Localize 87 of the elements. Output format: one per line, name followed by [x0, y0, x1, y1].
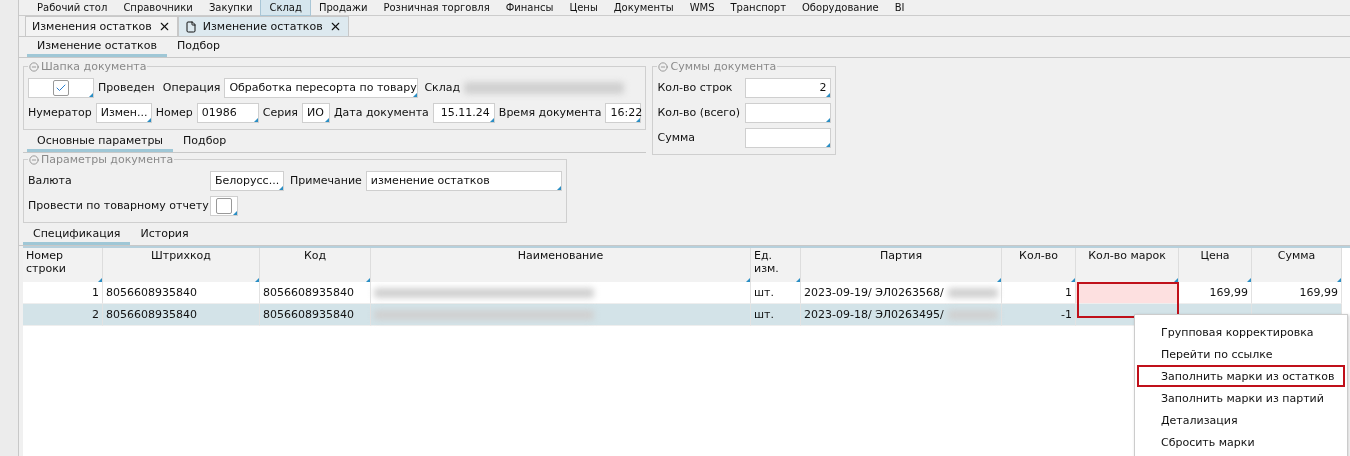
column-header[interactable]: Штрихкод [103, 248, 260, 282]
table-cell: 169,99 [1179, 282, 1252, 304]
menu-item[interactable]: BI [886, 0, 913, 15]
collapse-icon[interactable] [29, 154, 39, 165]
input-field[interactable]: 16:22 [605, 102, 642, 123]
table-cell: шт. [751, 304, 801, 326]
input-field[interactable]: 15.11.24 [432, 102, 495, 123]
input-field[interactable]: Измен... [95, 102, 152, 123]
context-menu-item[interactable]: Групповая корректировка [1135, 321, 1347, 343]
menu-item[interactable]: Документы [605, 0, 682, 15]
section-tab[interactable]: Основные параметры [27, 132, 174, 152]
field-label: Склад [424, 81, 461, 94]
tab-title: Изменение остатков [202, 20, 323, 33]
context-menu-item[interactable]: Заполнить марки из партий [1135, 387, 1347, 409]
posted-checkbox[interactable] [53, 79, 69, 96]
context-menu-item[interactable]: Детализация [1135, 409, 1347, 431]
form-tab[interactable]: Изменение остатков [27, 37, 167, 57]
table-cell: 2 [23, 304, 103, 326]
table-cell: 8056608935840 [103, 282, 260, 304]
section-tab[interactable]: Подбор [173, 132, 237, 152]
column-header[interactable]: Кол-во марок [1076, 248, 1179, 282]
section-tab[interactable]: История [130, 225, 199, 245]
table-cell: 8056608935840 [103, 304, 260, 326]
input-field[interactable]: 01986 [196, 102, 259, 123]
table-cell: 2023-09-19/ ЭЛ0263568/ [801, 282, 1002, 304]
tab-title: Изменения остатков [32, 20, 152, 33]
menu-item[interactable]: Оборудование [793, 0, 887, 15]
column-header[interactable]: Кол-во [1002, 248, 1076, 282]
field-label: Валюта [28, 174, 73, 187]
form-tab[interactable]: Подбор [166, 37, 230, 57]
context-menu-item[interactable]: Заполнить марки из остатков [1137, 365, 1345, 387]
table-cell: 1 [23, 282, 103, 304]
field-label: Сумма [657, 131, 696, 144]
menu-item[interactable]: Продажи [310, 0, 376, 15]
table-cell: -1 [1002, 304, 1076, 326]
menu-item[interactable]: Закупки [200, 0, 261, 15]
column-header[interactable]: Код [260, 248, 371, 282]
note-field[interactable]: изменение остатков [365, 170, 562, 191]
field-label: Нумератор [28, 106, 92, 119]
context-menu-item[interactable]: Перейти по ссылке [1135, 343, 1347, 365]
field-label: Номер [155, 106, 193, 119]
currency-field[interactable]: Белорусс... [210, 170, 284, 191]
table-cell: шт. [751, 282, 801, 304]
table-cell: 8056608935840 [260, 304, 371, 326]
input-field[interactable] [745, 102, 832, 123]
field-label: Кол-во строк [657, 81, 734, 94]
table-cell: 1 [1002, 282, 1076, 304]
menu-item[interactable]: Склад [260, 0, 311, 16]
document-icon [184, 20, 197, 33]
group-title: Суммы документа [670, 60, 777, 73]
report-checkbox[interactable] [216, 197, 232, 214]
column-header[interactable]: Партия [801, 248, 1002, 282]
column-header[interactable]: Номер строки [23, 248, 103, 282]
field-label: Дата документа [333, 106, 429, 119]
column-header[interactable]: Цена [1179, 248, 1252, 282]
table-cell: 2023-09-18/ ЭЛ0263495/ [801, 304, 1002, 326]
column-header[interactable]: Ед. изм. [751, 248, 801, 282]
context-menu-item[interactable]: Сбросить марки [1135, 431, 1347, 453]
posted-field[interactable] [28, 77, 94, 98]
menu-item[interactable]: Розничная торговля [375, 0, 498, 15]
field-label: Операция [162, 81, 221, 94]
group-title: Параметры документа [41, 153, 174, 166]
menu-item[interactable]: Справочники [115, 0, 201, 15]
document-tab[interactable]: Изменения остатков [25, 16, 178, 36]
field-label: Примечание [290, 174, 362, 187]
menu-item[interactable]: Транспорт [722, 0, 794, 15]
field-label: Серия [262, 106, 298, 119]
table-cell: 169,99 [1252, 282, 1342, 304]
field-label: Проведен [98, 81, 155, 94]
report-field[interactable] [210, 195, 238, 216]
menu-item[interactable]: Рабочий стол [29, 0, 116, 15]
menu-item[interactable]: Финансы [497, 0, 562, 15]
menu-item[interactable]: Цены [561, 0, 606, 15]
column-header[interactable]: Сумма [1252, 248, 1342, 282]
menu-item[interactable]: WMS [681, 0, 723, 15]
input-field[interactable] [745, 127, 832, 148]
document-tab[interactable]: Изменение остатков [177, 16, 349, 36]
input-field[interactable]: ИО [301, 102, 330, 123]
column-header[interactable]: Наименование [371, 248, 751, 282]
input-field[interactable]: 2 [745, 77, 832, 98]
table-cell: 8056608935840 [260, 282, 371, 304]
field-label: Кол-во (всего) [657, 106, 742, 119]
collapse-icon[interactable] [658, 61, 669, 72]
operation-field[interactable]: Обработка пересорта по товару [224, 77, 419, 98]
collapse-icon[interactable] [29, 61, 39, 72]
field-label: Время документа [498, 106, 602, 119]
group-title: Шапка документа [41, 60, 147, 73]
